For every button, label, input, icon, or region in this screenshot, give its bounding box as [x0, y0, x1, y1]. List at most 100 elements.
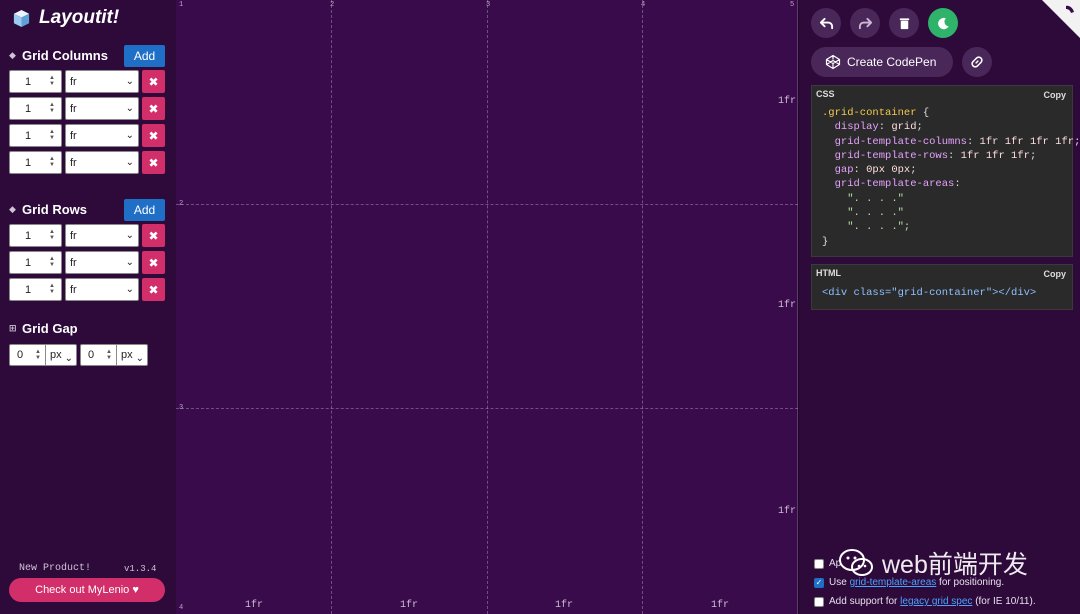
theme-toggle-button[interactable]: [928, 8, 958, 38]
github-corner-icon[interactable]: [1042, 0, 1080, 38]
delete-column-button[interactable]: ✖: [142, 151, 165, 174]
column-size-input[interactable]: 1▲▼: [9, 70, 62, 93]
stepper-icon[interactable]: ▲▼: [49, 75, 55, 87]
grid-gap-controls: 0▲▼ px⌄ 0▲▼ px⌄: [9, 344, 148, 366]
grid-row-row: 1▲▼ fr⌄ ✖: [9, 251, 165, 274]
moon-icon: [936, 16, 951, 31]
row-size-input[interactable]: 1▲▼: [9, 224, 62, 247]
css-area-string: ". . . .": [847, 207, 904, 219]
new-product-text: New Product!: [19, 563, 91, 574]
legacy-grid-spec-link[interactable]: legacy grid spec: [900, 596, 972, 607]
sidebar: Layoutit! ◆ Grid Columns Add 1▲▼ fr⌄ ✖ 1…: [0, 0, 176, 614]
stepper-icon[interactable]: ▲▼: [49, 156, 55, 168]
row-size-label: 1fr: [778, 300, 796, 311]
row-size-label: 1fr: [778, 96, 796, 107]
column-size-label: 1fr: [555, 600, 573, 611]
column-size-input[interactable]: 1▲▼: [9, 151, 62, 174]
row-size-label: 1fr: [778, 506, 796, 517]
column-size-label: 1fr: [711, 600, 729, 611]
copy-html-button[interactable]: Copy: [1044, 269, 1067, 279]
columns-icon: ◆: [9, 50, 17, 61]
grid-gap-header[interactable]: ⊞ Grid Gap: [9, 321, 78, 336]
row-size-input[interactable]: 1▲▼: [9, 251, 62, 274]
stepper-icon[interactable]: ▲▼: [106, 349, 112, 361]
app-title: Layoutit!: [39, 7, 119, 29]
stepper-icon[interactable]: ▲▼: [35, 349, 41, 361]
css-selector: .grid-container: [822, 107, 917, 119]
css-prop: gap: [835, 164, 854, 176]
row-unit-select[interactable]: fr⌄: [65, 251, 139, 274]
option-checkbox[interactable]: [814, 559, 824, 569]
rows-icon: ◆: [9, 204, 17, 215]
delete-row-button[interactable]: ✖: [142, 224, 165, 247]
stepper-icon[interactable]: ▲▼: [49, 256, 55, 268]
html-code: <div class="grid-container"></div>: [822, 286, 1036, 300]
html-title: HTML: [816, 268, 841, 278]
delete-column-button[interactable]: ✖: [142, 97, 165, 120]
row-line-number: 3: [179, 404, 183, 412]
create-codepen-button[interactable]: Create CodePen: [811, 47, 953, 77]
css-title: CSS: [816, 89, 835, 99]
column-gap-unit-select[interactable]: px⌄: [46, 344, 77, 366]
chevron-down-icon: ⌄: [126, 103, 134, 114]
codepen-icon: [825, 54, 841, 70]
stepper-icon[interactable]: ▲▼: [49, 283, 55, 295]
column-row: 1▲▼ fr⌄ ✖: [9, 151, 165, 174]
row-gap-unit-select[interactable]: px⌄: [117, 344, 148, 366]
css-code: .grid-container { display: grid; grid-te…: [822, 106, 1080, 249]
row-size-input[interactable]: 1▲▼: [9, 278, 62, 301]
grid-rows-header[interactable]: ◆ Grid Rows: [9, 202, 87, 217]
column-unit-select[interactable]: fr⌄: [65, 151, 139, 174]
option-row[interactable]: Add support for legacy grid spec (for IE…: [814, 596, 1036, 607]
row-unit-select[interactable]: fr⌄: [65, 224, 139, 247]
delete-column-button[interactable]: ✖: [142, 70, 165, 93]
column-gap-control: 0▲▼ px⌄: [9, 344, 77, 366]
mylenio-promo-button[interactable]: Check out MyLenio ♥: [9, 578, 165, 602]
column-unit-select[interactable]: fr⌄: [65, 70, 139, 93]
chevron-down-icon: ⌄: [65, 349, 73, 369]
chevron-down-icon: ⌄: [126, 157, 134, 168]
share-link-button[interactable]: [962, 47, 992, 77]
undo-button[interactable]: [811, 8, 841, 38]
column-line: [642, 0, 643, 614]
stepper-icon[interactable]: ▲▼: [49, 129, 55, 141]
column-unit-select[interactable]: fr⌄: [65, 124, 139, 147]
row-line: [176, 204, 798, 205]
column-unit-select[interactable]: fr⌄: [65, 97, 139, 120]
column-size-input[interactable]: 1▲▼: [9, 124, 62, 147]
row-gap-input[interactable]: 0▲▼: [80, 344, 117, 366]
css-prop: grid-template-areas: [835, 178, 955, 190]
stepper-icon[interactable]: ▲▼: [49, 229, 55, 241]
grid-columns-header[interactable]: ◆ Grid Columns: [9, 48, 108, 63]
column-line-number: 4: [641, 1, 645, 9]
clear-button[interactable]: [889, 8, 919, 38]
column-gap-input[interactable]: 0▲▼: [9, 344, 46, 366]
column-size-input[interactable]: 1▲▼: [9, 97, 62, 120]
check-icon[interactable]: ✓: [814, 578, 824, 588]
chevron-down-icon: ⌄: [126, 130, 134, 141]
delete-column-button[interactable]: ✖: [142, 124, 165, 147]
css-area-string: ". . . .": [847, 193, 904, 205]
stepper-icon[interactable]: ▲▼: [49, 102, 55, 114]
wechat-icon: [838, 547, 874, 579]
delete-row-button[interactable]: ✖: [142, 251, 165, 274]
redo-button[interactable]: [850, 8, 880, 38]
add-column-button[interactable]: Add: [124, 45, 165, 67]
grid-canvas[interactable]: 1 2 3 4 5 2 3 4 1fr 1fr 1fr 1fr 1fr 1fr …: [176, 0, 798, 614]
undo-icon: [819, 16, 834, 31]
app-logo[interactable]: Layoutit!: [12, 7, 119, 29]
row-unit-select[interactable]: fr⌄: [65, 278, 139, 301]
copy-css-button[interactable]: Copy: [1044, 90, 1067, 100]
column-size-label: 1fr: [400, 600, 418, 611]
grid-row-row: 1▲▼ fr⌄ ✖: [9, 224, 165, 247]
delete-row-button[interactable]: ✖: [142, 278, 165, 301]
column-line-number: 1: [179, 1, 183, 9]
add-row-button[interactable]: Add: [124, 199, 165, 221]
css-value: 1fr 1fr 1fr 1fr: [980, 136, 1075, 148]
css-area-string: ". . . .";: [847, 221, 910, 233]
column-line-number: 2: [330, 1, 334, 9]
column-row: 1▲▼ fr⌄ ✖: [9, 124, 165, 147]
trash-icon: [897, 16, 912, 31]
option-checkbox[interactable]: [814, 597, 824, 607]
gap-icon: ⊞: [9, 323, 17, 334]
